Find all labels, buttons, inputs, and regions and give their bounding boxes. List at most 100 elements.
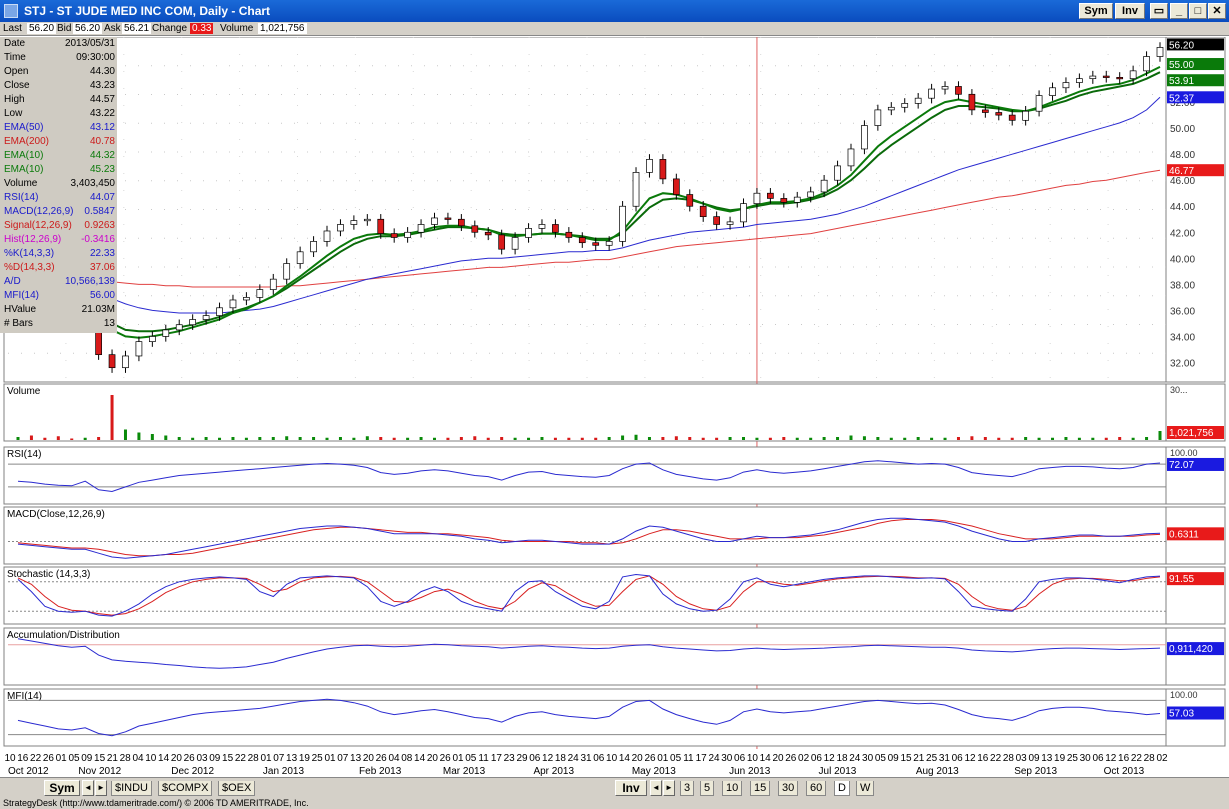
macd-tag: 0.6311 xyxy=(1169,529,1199,540)
data-window-value: 44.32 xyxy=(89,150,115,161)
data-window-label: EMA(10) xyxy=(4,164,44,175)
candle-body xyxy=(431,217,438,225)
x-axis-day-label: 14 xyxy=(760,753,772,764)
x-axis-day-label: 11 xyxy=(683,753,694,764)
x-axis-month-label: Dec 2012 xyxy=(171,766,214,777)
x-axis-day-label: 01 xyxy=(657,753,669,764)
candle-body xyxy=(135,341,143,357)
inv-bottom-button[interactable]: Inv xyxy=(615,780,647,796)
price-tag: 52.37 xyxy=(1169,93,1194,104)
interval-tab-30[interactable]: 30 xyxy=(778,781,799,796)
volume-bar xyxy=(715,437,719,440)
candle-body xyxy=(1076,78,1083,83)
data-window-value: 43.22 xyxy=(89,108,115,119)
interval-left-icon[interactable]: ◄ xyxy=(650,780,662,796)
sym-button[interactable]: Sym xyxy=(1079,3,1113,19)
symbol-tab-compx[interactable]: $COMPX xyxy=(158,781,213,796)
interval-tab-10[interactable]: 10 xyxy=(722,781,743,796)
interval-tab-weekly[interactable]: W xyxy=(856,781,875,796)
candle-body xyxy=(753,192,761,204)
mfi-panel xyxy=(3,688,1226,747)
candle-body xyxy=(1022,110,1029,121)
data-window-value: 09:30:00 xyxy=(76,52,115,63)
symbol-tab-indu[interactable]: $INDU xyxy=(111,781,153,796)
inv-button[interactable]: Inv xyxy=(1115,3,1145,19)
volume-bar xyxy=(1024,437,1028,440)
data-window-row: Time 09:30:00 xyxy=(0,51,117,65)
data-window-row: RSI(14) 44.07 xyxy=(0,191,117,205)
maximize-icon[interactable]: □ xyxy=(1189,3,1207,19)
x-axis-month-label: Apr 2013 xyxy=(533,766,574,777)
interval-tab-daily[interactable]: D xyxy=(834,781,850,796)
x-axis-day-label: 19 xyxy=(299,753,311,764)
volume-bar xyxy=(943,437,947,440)
candle-body xyxy=(108,354,116,369)
interval-tab-15[interactable]: 15 xyxy=(750,781,771,796)
x-axis-month-label: Jan 2013 xyxy=(263,766,305,777)
interval-right-icon[interactable]: ► xyxy=(663,780,675,796)
volume-bar xyxy=(1145,437,1149,440)
change-value: 0.33 xyxy=(190,23,214,34)
volume-bar xyxy=(298,437,302,440)
x-axis-day-label: 09 xyxy=(81,753,93,764)
volume-bar xyxy=(661,437,665,440)
volume-bar xyxy=(956,437,960,440)
price-y-tick: 50.00 xyxy=(1170,124,1195,135)
price-tag: 46.77 xyxy=(1169,166,1194,177)
interval-tab-3[interactable]: 3 xyxy=(680,781,695,796)
volume-bar xyxy=(822,437,826,440)
x-axis-day-label: 09 xyxy=(209,753,221,764)
data-window-label: EMA(10) xyxy=(4,150,44,161)
data-window-label: Date xyxy=(4,38,26,49)
volume-bar xyxy=(97,437,101,440)
x-axis-month-label: Feb 2013 xyxy=(359,766,402,777)
candle-body xyxy=(202,315,210,320)
volume-bar xyxy=(285,436,289,440)
data-window-value: 43.12 xyxy=(89,122,115,133)
candle-body xyxy=(659,159,667,180)
x-axis-day-label: 09 xyxy=(1028,753,1040,764)
data-window-row: High 44.57 xyxy=(0,93,117,107)
data-window-row: Date 2013/05/31 xyxy=(0,37,117,51)
volume-bar xyxy=(191,437,195,440)
sym-bottom-button[interactable]: Sym xyxy=(44,780,80,796)
data-window-value: 44.30 xyxy=(89,66,115,77)
data-window-label: EMA(200) xyxy=(4,136,50,147)
x-axis-day-label: 15 xyxy=(900,753,912,764)
price-tag: 53.91 xyxy=(1169,76,1194,87)
data-window-value: 44.07 xyxy=(89,192,115,203)
data-window-label: %D(14,3,3) xyxy=(4,262,55,273)
volume-bar xyxy=(527,437,531,440)
volume-bar xyxy=(218,437,222,440)
interval-tab-60[interactable]: 60 xyxy=(806,781,827,796)
volume-bar xyxy=(809,437,813,440)
volume-bar xyxy=(970,436,974,440)
data-window-label: MACD(12,26,9) xyxy=(4,206,74,217)
data-window-label: Hist(12,26,9) xyxy=(4,234,62,245)
scroll-left-icon[interactable]: ◄ xyxy=(82,780,94,796)
volume-bar xyxy=(728,437,732,440)
candle-body xyxy=(1062,82,1070,89)
minimize-icon[interactable]: _ xyxy=(1170,3,1188,19)
volume-bar xyxy=(674,436,678,440)
close-icon[interactable]: ✕ xyxy=(1208,3,1226,19)
interval-tab-5[interactable]: 5 xyxy=(700,781,715,796)
symbol-tab-oex[interactable]: $OEX xyxy=(218,781,256,796)
data-window-label: Low xyxy=(4,108,23,119)
price-y-tick: 32.00 xyxy=(1170,358,1195,369)
candle-body xyxy=(1102,75,1110,78)
candle-body xyxy=(887,106,895,111)
chart-area[interactable]: 52.0050.0048.0046.0044.0042.0040.0038.00… xyxy=(0,37,1229,777)
candle-body xyxy=(216,307,223,316)
candle-body xyxy=(941,86,949,90)
scroll-right-icon[interactable]: ► xyxy=(95,780,107,796)
x-axis-day-label: 06 xyxy=(593,753,605,764)
bottom-toolbar: Sym ◄ ► $INDU $COMPX $OEX Inv ◄ ► 3 5 10… xyxy=(0,777,1229,797)
volume-label: Volume xyxy=(220,23,254,34)
data-window-row: EMA(200) 40.78 xyxy=(0,135,117,149)
data-window-row: EMA(10) 44.32 xyxy=(0,149,117,163)
data-window-value: -0.3416 xyxy=(81,234,115,245)
x-axis-day-label: 10 xyxy=(4,753,16,764)
x-axis-day-label: 25 xyxy=(926,753,938,764)
restore-icon[interactable]: ▭ xyxy=(1150,3,1168,19)
